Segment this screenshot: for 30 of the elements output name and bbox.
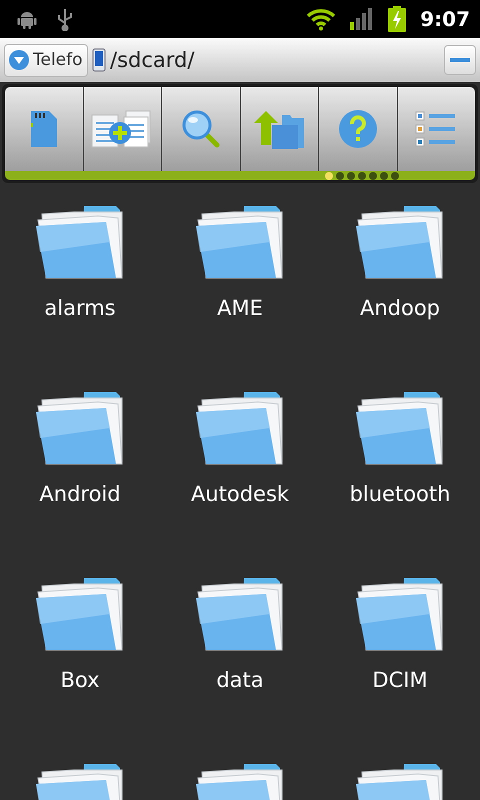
folder-name: AME bbox=[217, 296, 263, 320]
page-dot[interactable] bbox=[391, 172, 399, 180]
path-text: /sdcard/ bbox=[110, 48, 196, 72]
folder-name: Andoop bbox=[360, 296, 440, 320]
page-dot[interactable] bbox=[325, 172, 333, 180]
clock-time: 9:07 bbox=[420, 7, 470, 31]
folder-name: DCIM bbox=[372, 668, 428, 692]
folder-name: bluetooth bbox=[350, 482, 450, 506]
signal-icon bbox=[350, 8, 374, 30]
folder-name: Box bbox=[60, 668, 100, 692]
usb-icon bbox=[56, 7, 74, 31]
page-dot[interactable] bbox=[358, 172, 366, 180]
collapse-button[interactable] bbox=[444, 45, 476, 75]
search-icon bbox=[180, 109, 221, 149]
page-dot[interactable] bbox=[369, 172, 377, 180]
wifi-icon bbox=[306, 7, 336, 31]
page-dot[interactable] bbox=[347, 172, 355, 180]
page-dot[interactable] bbox=[380, 172, 388, 180]
storage-selector-button[interactable]: Telefo bbox=[4, 44, 88, 76]
up-arrow-folder-icon bbox=[252, 109, 306, 149]
phone-icon bbox=[92, 48, 106, 72]
folder-name: alarms bbox=[44, 296, 116, 320]
folder-name: Autodesk bbox=[190, 482, 290, 506]
dropdown-icon bbox=[8, 49, 30, 71]
folder-name: Android bbox=[39, 482, 121, 506]
folder-name: data bbox=[216, 668, 264, 692]
battery-charging-icon bbox=[388, 6, 406, 32]
list-view-icon bbox=[415, 111, 458, 147]
page-dot[interactable] bbox=[336, 172, 344, 180]
help-icon bbox=[338, 109, 378, 149]
